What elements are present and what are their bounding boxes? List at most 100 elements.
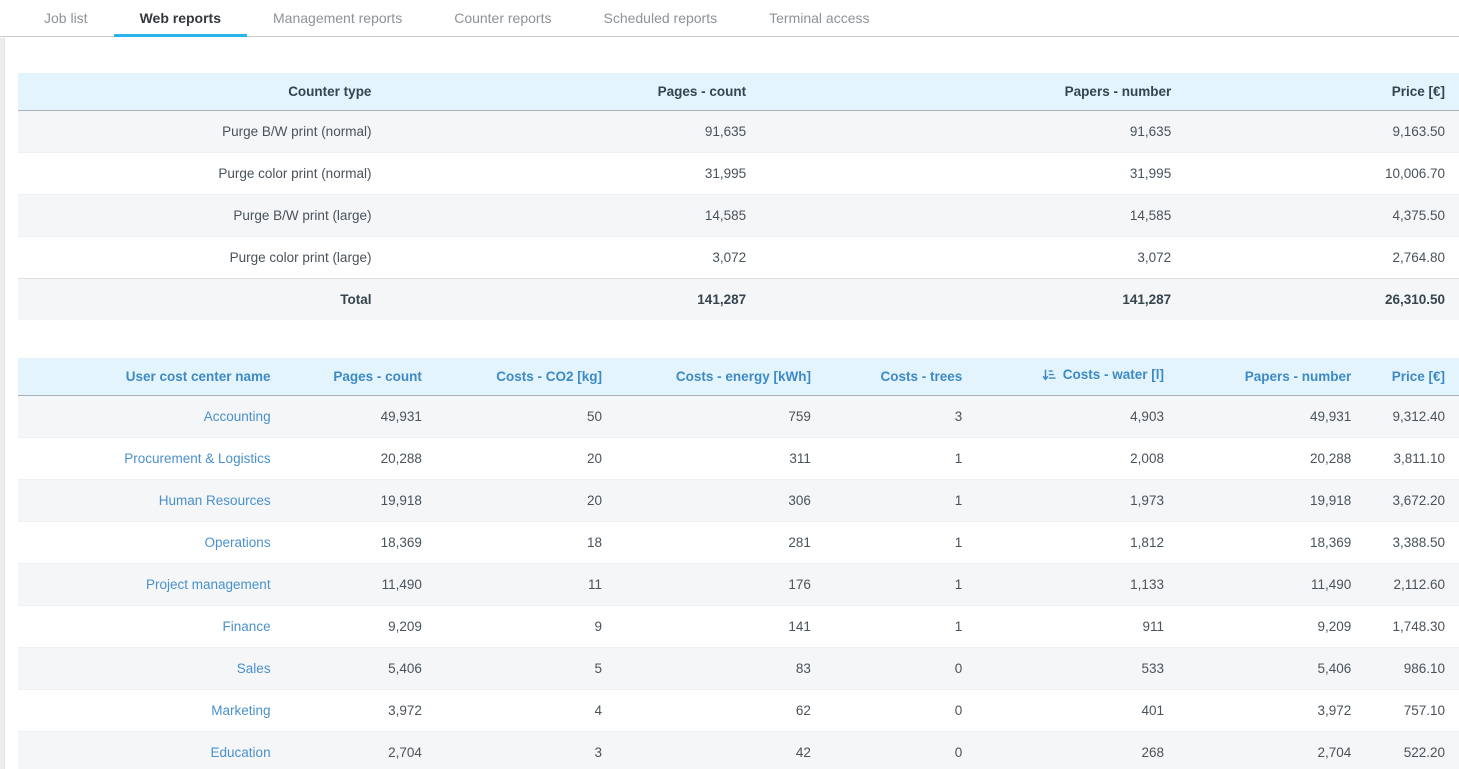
counter-type-cell: Purge color print (large) [18,236,385,278]
cost-center-value-cell: 141 [616,605,825,647]
counter-value-cell: 14,585 [385,194,760,236]
cost-center-value-cell: 0 [825,647,976,689]
cost-center-name-cell: Accounting [18,395,285,437]
report-content: Counter type Pages - count Papers - numb… [18,37,1459,769]
counter-table-row: Purge color print (large)3,0723,0722,764… [18,236,1459,278]
counter-value-cell: 91,635 [385,110,760,152]
col-header-counter-type: Counter type [18,73,385,110]
cost-center-value-cell: 3,388.50 [1365,521,1459,563]
counter-table-header-row: Counter type Pages - count Papers - numb… [18,73,1459,110]
cost-center-value-cell: 1 [825,437,976,479]
cost-center-value-cell: 986.10 [1365,647,1459,689]
tab-management-reports[interactable]: Management reports [247,0,428,36]
cost-center-name-cell: Project management [18,563,285,605]
total-label: Total [18,278,385,320]
counter-value-cell: 10,006.70 [1185,152,1459,194]
cost-center-value-cell: 20 [436,479,616,521]
sort-descending-icon [1042,368,1056,385]
tab-scheduled-reports[interactable]: Scheduled reports [577,0,743,36]
cost-center-value-cell: 1 [825,605,976,647]
cost-center-row: Education2,70434202682,704522.20 [18,731,1459,769]
left-scrollbar[interactable] [0,38,5,769]
tab-bar: Job list Web reports Management reports … [0,0,1459,37]
cost-table-header-row: User cost center name Pages - count Cost… [18,358,1459,395]
counter-value-cell: 2,764.80 [1185,236,1459,278]
cost-center-value-cell: 3,811.10 [1365,437,1459,479]
cost-center-value-cell: 1 [825,563,976,605]
cost-center-row: Human Resources19,9182030611,97319,9183,… [18,479,1459,521]
cost-center-row: Sales5,40658305335,406986.10 [18,647,1459,689]
col-header-price: Price [€] [1185,73,1459,110]
cost-center-value-cell: 0 [825,689,976,731]
tab-job-list[interactable]: Job list [18,0,114,36]
cost-center-value-cell: 62 [616,689,825,731]
cost-center-value-cell: 11 [436,563,616,605]
cost-center-link[interactable]: Accounting [204,409,271,424]
cost-center-value-cell: 1,133 [976,563,1178,605]
cost-center-link[interactable]: Marketing [211,703,270,718]
user-cost-center-table: User cost center name Pages - count Cost… [18,358,1459,769]
cost-center-value-cell: 281 [616,521,825,563]
cost-center-value-cell: 9,209 [1178,605,1365,647]
cost-center-name-cell: Human Resources [18,479,285,521]
cost-center-value-cell: 757.10 [1365,689,1459,731]
cost-center-value-cell: 9,312.40 [1365,395,1459,437]
cost-center-link[interactable]: Human Resources [159,493,271,508]
cost-center-value-cell: 18,369 [285,521,436,563]
cost-center-value-cell: 0 [825,731,976,769]
counter-type-table: Counter type Pages - count Papers - numb… [18,73,1459,320]
tab-label: Scheduled reports [603,10,717,26]
col-header-costs-co2[interactable]: Costs - CO2 [kg] [436,358,616,395]
counter-table-row: Purge B/W print (normal)91,63591,6359,16… [18,110,1459,152]
cost-center-value-cell: 49,931 [285,395,436,437]
cost-center-value-cell: 3,972 [1178,689,1365,731]
cost-center-row: Finance9,209914119119,2091,748.30 [18,605,1459,647]
total-value-cell: 141,287 [385,278,760,320]
col-header-pages-count[interactable]: Pages - count [285,358,436,395]
cost-center-value-cell: 11,490 [285,563,436,605]
tab-label: Counter reports [454,10,551,26]
cost-center-value-cell: 19,918 [285,479,436,521]
cost-center-value-cell: 3 [436,731,616,769]
col-header-costs-energy[interactable]: Costs - energy [kWh] [616,358,825,395]
cost-center-value-cell: 1 [825,479,976,521]
total-value-cell: 141,287 [760,278,1185,320]
counter-value-cell: 14,585 [760,194,1185,236]
cost-center-value-cell: 19,918 [1178,479,1365,521]
tab-terminal-access[interactable]: Terminal access [743,0,895,36]
cost-center-value-cell: 42 [616,731,825,769]
cost-center-value-cell: 5,406 [1178,647,1365,689]
tab-counter-reports[interactable]: Counter reports [428,0,577,36]
cost-center-value-cell: 2,008 [976,437,1178,479]
cost-center-link[interactable]: Sales [237,661,271,676]
col-header-costs-water[interactable]: Costs - water [l] [976,358,1178,395]
cost-center-value-cell: 2,704 [1178,731,1365,769]
counter-table-total-row: Total141,287141,28726,310.50 [18,278,1459,320]
cost-center-link[interactable]: Finance [223,619,271,634]
cost-center-link[interactable]: Procurement & Logistics [124,451,270,466]
tab-web-reports[interactable]: Web reports [114,0,247,36]
counter-table-row: Purge color print (normal)31,99531,99510… [18,152,1459,194]
cost-center-value-cell: 311 [616,437,825,479]
tab-label: Job list [44,10,88,26]
cost-center-link[interactable]: Operations [205,535,271,550]
cost-center-name-cell: Sales [18,647,285,689]
cost-center-value-cell: 3,972 [285,689,436,731]
cost-center-value-cell: 5 [436,647,616,689]
cost-center-value-cell: 1,812 [976,521,1178,563]
counter-value-cell: 3,072 [760,236,1185,278]
cost-center-row: Operations18,3691828111,81218,3693,388.5… [18,521,1459,563]
cost-center-value-cell: 3 [825,395,976,437]
col-header-papers-number: Papers - number [760,73,1185,110]
col-header-costs-trees[interactable]: Costs - trees [825,358,976,395]
col-header-price[interactable]: Price [€] [1365,358,1459,395]
cost-center-row: Procurement & Logistics20,2882031112,008… [18,437,1459,479]
total-value-cell: 26,310.50 [1185,278,1459,320]
cost-center-value-cell: 176 [616,563,825,605]
col-header-papers-number[interactable]: Papers - number [1178,358,1365,395]
tab-label: Web reports [140,10,221,26]
cost-center-link[interactable]: Project management [146,577,271,592]
col-header-user-cost-center-name[interactable]: User cost center name [18,358,285,395]
counter-value-cell: 31,995 [760,152,1185,194]
cost-center-link[interactable]: Education [211,745,271,760]
